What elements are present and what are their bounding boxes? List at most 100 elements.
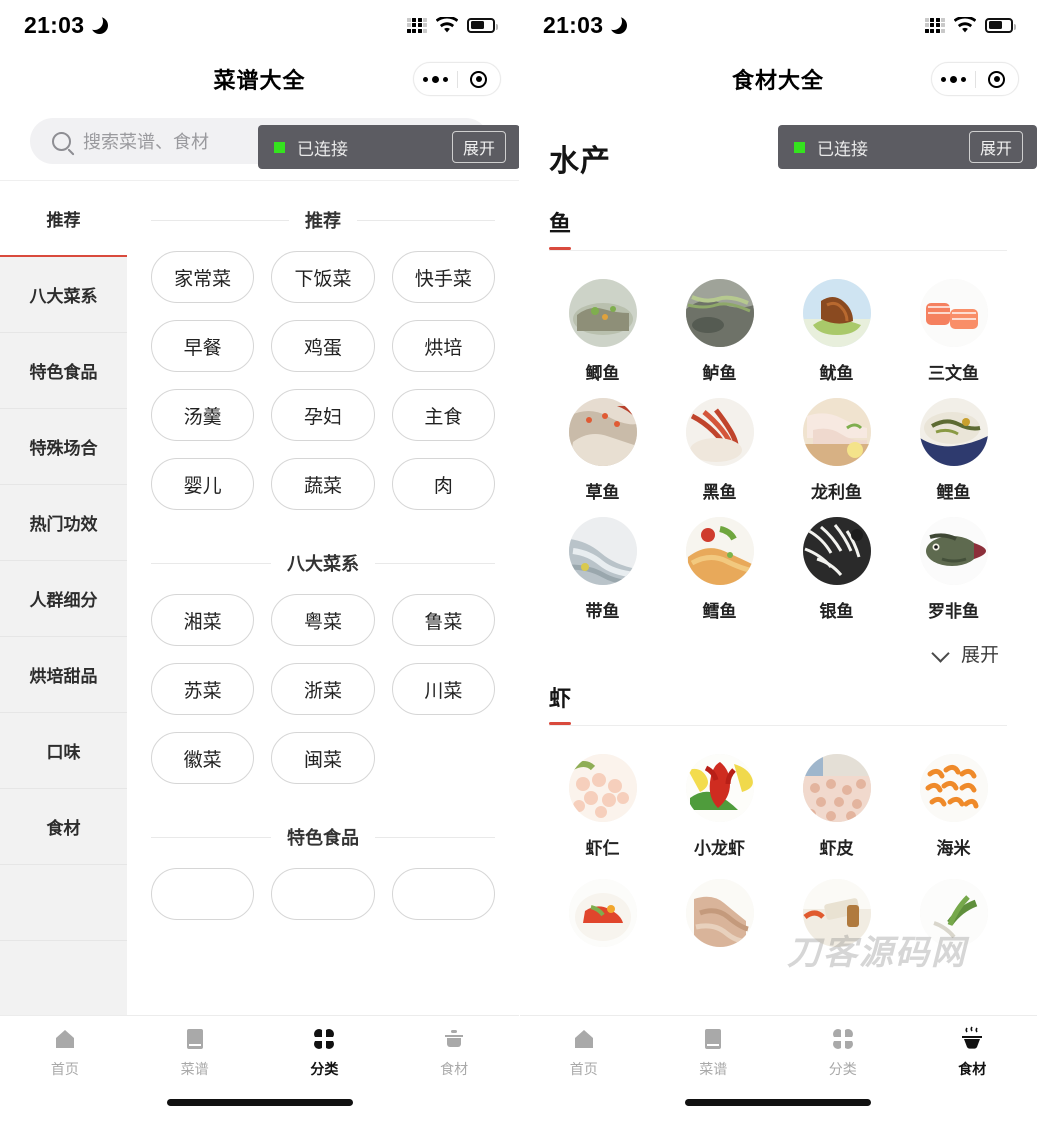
status-dot-green [274, 141, 285, 153]
chip-meat[interactable]: 肉 [391, 458, 495, 510]
connection-status-label: 已连接 [817, 139, 868, 159]
more-dots-icon[interactable] [414, 75, 457, 83]
chip-jiangsu[interactable]: 苏菜 [151, 663, 255, 715]
ingredient-item[interactable] [900, 879, 1007, 959]
tab-home[interactable]: 首页 [519, 1016, 649, 1088]
ingredient-item[interactable]: 罗非鱼 [900, 517, 1007, 622]
search-placeholder: 搜索菜谱、食材 [83, 132, 209, 152]
connection-toast-left[interactable]: 已连接 展开 [258, 125, 519, 169]
tab-label: 菜谱 [180, 1060, 209, 1077]
chevron-down-icon [933, 646, 949, 662]
ingredient-item[interactable]: 鲫鱼 [549, 279, 656, 384]
target-circle-icon[interactable] [976, 70, 1019, 88]
sidebar-item-special-occasion[interactable]: 特殊场合 [0, 409, 127, 485]
tab-home[interactable]: 首页 [0, 1016, 130, 1088]
ingredient-label: 虾仁 [585, 839, 620, 858]
sidebar-item-eight-cuisines[interactable]: 八大菜系 [0, 257, 127, 333]
signal-dots-icon [406, 17, 427, 33]
tab-recipes[interactable]: 菜谱 [130, 1016, 260, 1088]
ingredient-item[interactable]: 小龙虾 [666, 754, 773, 859]
chip-soup[interactable]: 汤羹 [151, 389, 255, 441]
ingredient-item[interactable]: 鳕鱼 [666, 517, 773, 622]
whitebait-thumb [802, 517, 871, 585]
chip-pregnant[interactable]: 孕妇 [271, 389, 375, 441]
ingredient-item[interactable]: 鲈鱼 [666, 279, 773, 384]
dual-screenshot-stage: 21:03 菜谱大全 搜索菜谱、食材 已连接 展开 推荐 八大菜系 特色食品 特… [0, 0, 1037, 1122]
ingredient-label: 带鱼 [585, 602, 620, 621]
ingredient-item[interactable]: 草鱼 [549, 398, 656, 503]
ingredient-item[interactable]: 海米 [900, 754, 1007, 859]
chip-egg[interactable]: 鸡蛋 [271, 320, 375, 372]
section-title: 推荐 [305, 211, 341, 231]
sea-shrimp-thumb [919, 754, 988, 822]
chip-anhui[interactable]: 徽菜 [151, 732, 255, 784]
ingredient-item[interactable]: 黑鱼 [666, 398, 773, 503]
sidebar-item-demographics[interactable]: 人群细分 [0, 561, 127, 637]
sidebar-item-recommend[interactable]: 推荐 [0, 181, 127, 257]
group-header: 鱼 [549, 206, 1007, 251]
ingredient-item[interactable]: 三文鱼 [900, 279, 1007, 384]
ingredient-label: 鱿鱼 [819, 364, 854, 383]
ingredient-item[interactable]: 虾仁 [549, 754, 656, 859]
chip-baking[interactable]: 烘培 [391, 320, 495, 372]
chip-zhejiang[interactable]: 浙菜 [271, 663, 375, 715]
chip-hunan[interactable]: 湘菜 [151, 594, 255, 646]
chip-baby[interactable]: 婴儿 [151, 458, 255, 510]
crescent-moon-icon [605, 12, 628, 34]
connection-toast-right[interactable]: 已连接 展开 [778, 125, 1037, 169]
crescent-moon-icon [86, 12, 109, 34]
target-circle-icon[interactable] [458, 70, 501, 88]
toast-expand-button[interactable]: 展开 [968, 131, 1023, 163]
chip-partial[interactable] [391, 868, 495, 920]
tab-category[interactable]: 分类 [260, 1016, 390, 1088]
ingredient-item[interactable]: 虾皮 [783, 754, 890, 859]
chip-quick-dish[interactable]: 快手菜 [391, 251, 495, 303]
status-time-left: 21:03 [24, 11, 109, 39]
chip-fujian[interactable]: 闽菜 [271, 732, 375, 784]
ingredient-item[interactable] [783, 879, 890, 959]
chip-vegetable[interactable]: 蔬菜 [271, 458, 375, 510]
more-dots-icon[interactable] [932, 75, 975, 83]
prawn-thumb [685, 879, 754, 947]
status-time-text: 21:03 [24, 11, 85, 38]
divider-line [151, 219, 289, 221]
divider-line [375, 836, 495, 838]
ingredient-item[interactable]: 鲤鱼 [900, 398, 1007, 503]
chip-sichuan[interactable]: 川菜 [391, 663, 495, 715]
sidebar-item-baking-dessert[interactable]: 烘培甜品 [0, 637, 127, 713]
miniprogram-capsule-left[interactable] [413, 62, 501, 96]
chip-rice-dish[interactable]: 下饭菜 [271, 251, 375, 303]
ingredient-group-shrimp: 虾 虾仁 小龙虾 虾皮 海米 [549, 681, 1007, 959]
divider-line [375, 562, 495, 564]
tab-ingredients[interactable]: 食材 [908, 1016, 1037, 1088]
ingredient-item[interactable] [549, 879, 656, 959]
ingredient-item[interactable]: 带鱼 [549, 517, 656, 622]
tab-label: 食材 [958, 1060, 987, 1077]
toast-expand-button[interactable]: 展开 [451, 131, 506, 163]
expand-fish-row[interactable]: 展开 [549, 622, 1007, 681]
sidebar-item-popular-benefits[interactable]: 热门功效 [0, 485, 127, 561]
ingredient-item[interactable]: 龙利鱼 [783, 398, 890, 503]
chip-breakfast[interactable]: 早餐 [151, 320, 255, 372]
chip-staple[interactable]: 主食 [391, 389, 495, 441]
ingredient-item[interactable]: 鱿鱼 [783, 279, 890, 384]
tab-category[interactable]: 分类 [778, 1016, 908, 1088]
tab-ingredients[interactable]: 食材 [389, 1016, 519, 1088]
left-phone-screen: 21:03 菜谱大全 搜索菜谱、食材 已连接 展开 推荐 八大菜系 特色食品 特… [0, 0, 519, 1122]
sidebar-item-taste[interactable]: 口味 [0, 713, 127, 789]
ingredient-item[interactable]: 银鱼 [783, 517, 890, 622]
signal-dots-icon [924, 17, 945, 33]
chip-partial[interactable] [271, 868, 375, 920]
tab-recipes[interactable]: 菜谱 [649, 1016, 779, 1088]
cut-board-thumb [802, 879, 871, 947]
sidebar-item-label: 特色食品 [29, 363, 98, 382]
ingredient-item[interactable] [666, 879, 773, 959]
chip-partial[interactable] [151, 868, 255, 920]
sidebar-item-specialty-food[interactable]: 特色食品 [0, 333, 127, 409]
chip-shandong[interactable]: 鲁菜 [391, 594, 495, 646]
sidebar-item-partial[interactable] [0, 865, 127, 941]
chip-cantonese[interactable]: 粤菜 [271, 594, 375, 646]
miniprogram-capsule-right[interactable] [931, 62, 1019, 96]
sidebar-item-ingredients[interactable]: 食材 [0, 789, 127, 865]
chip-home-cooking[interactable]: 家常菜 [151, 251, 255, 303]
